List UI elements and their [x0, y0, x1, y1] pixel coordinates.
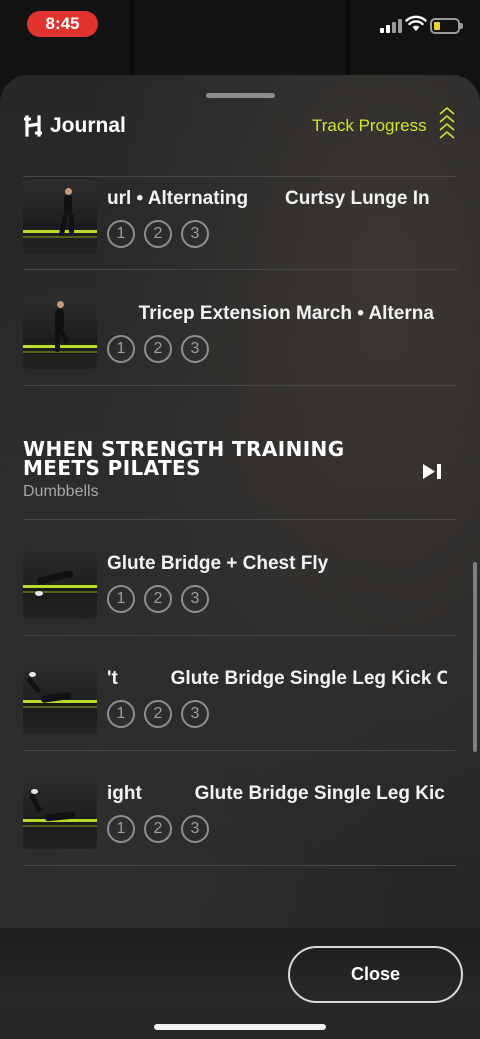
section-subtitle: Dumbbells [23, 483, 99, 500]
wifi-icon [405, 15, 427, 31]
set-3-button[interactable]: 3 [181, 700, 209, 728]
app-screen: 8:45 Journal Track Progress url • Altern… [0, 0, 480, 1039]
status-time: 8:45 [27, 11, 98, 37]
play-next-icon[interactable] [422, 463, 442, 480]
brand-logo-icon [24, 115, 42, 137]
set-2-button[interactable]: 2 [144, 700, 172, 728]
sheet-header: Journal Track Progress [0, 105, 480, 149]
status-bar: 8:45 [0, 0, 480, 50]
exercise-name: url • Alternating Curtsy Lunge In [107, 188, 430, 209]
set-3-button[interactable]: 3 [181, 335, 209, 363]
set-1-button[interactable]: 1 [107, 335, 135, 363]
exercise-thumbnail [23, 660, 97, 734]
exercise-row[interactable]: url • Alternating Curtsy Lunge In 1 2 3 [0, 180, 480, 295]
divider [23, 750, 457, 751]
cellular-signal-icon [380, 17, 402, 33]
set-2-button[interactable]: 2 [144, 815, 172, 843]
exercise-row[interactable]: Tricep Extension March • Alterna 1 2 3 [0, 295, 480, 410]
exercise-thumbnail [23, 545, 97, 619]
divider [23, 519, 457, 520]
workout-section-header: WHEN STRENGTH TRAINING MEETS PILATES Dum… [0, 437, 480, 520]
page-title: Journal [50, 114, 126, 137]
journal-sheet: Journal Track Progress url • Alternating… [0, 75, 480, 1039]
sheet-footer: Close [0, 928, 480, 1039]
exercise-name: Tricep Extension March • Alterna [107, 303, 434, 324]
home-indicator[interactable] [154, 1024, 326, 1030]
set-1-button[interactable]: 1 [107, 220, 135, 248]
section-title: WHEN STRENGTH TRAINING MEETS PILATES [23, 437, 345, 480]
chevrons-up-icon[interactable] [438, 106, 456, 146]
set-3-button[interactable]: 3 [181, 585, 209, 613]
divider [23, 635, 457, 636]
track-progress-link[interactable]: Track Progress [312, 116, 427, 136]
exercise-thumbnail [23, 295, 97, 369]
set-1-button[interactable]: 1 [107, 815, 135, 843]
exercise-name: Glute Bridge + Chest Fly [107, 553, 329, 574]
battery-icon [430, 18, 463, 34]
divider [23, 865, 457, 866]
set-1-button[interactable]: 1 [107, 700, 135, 728]
set-3-button[interactable]: 3 [181, 815, 209, 843]
exercise-row[interactable]: ight Glute Bridge Single Leg Kic 1 2 3 [0, 775, 480, 890]
exercise-row[interactable]: 't Glute Bridge Single Leg Kick C 1 2 3 [0, 660, 480, 775]
exercise-name: 't Glute Bridge Single Leg Kick C [107, 668, 447, 689]
exercise-thumbnail [23, 180, 97, 254]
divider [23, 385, 457, 386]
divider [23, 269, 457, 270]
set-1-button[interactable]: 1 [107, 585, 135, 613]
close-button[interactable]: Close [288, 946, 463, 1003]
sheet-grabber[interactable] [206, 93, 275, 98]
set-2-button[interactable]: 2 [144, 220, 172, 248]
divider [23, 176, 457, 177]
exercise-name: ight Glute Bridge Single Leg Kic [107, 783, 445, 804]
set-3-button[interactable]: 3 [181, 220, 209, 248]
scrollbar[interactable] [473, 562, 477, 752]
exercise-thumbnail [23, 775, 97, 849]
set-2-button[interactable]: 2 [144, 335, 172, 363]
exercise-row[interactable]: Glute Bridge + Chest Fly 1 2 3 [0, 545, 480, 660]
set-2-button[interactable]: 2 [144, 585, 172, 613]
